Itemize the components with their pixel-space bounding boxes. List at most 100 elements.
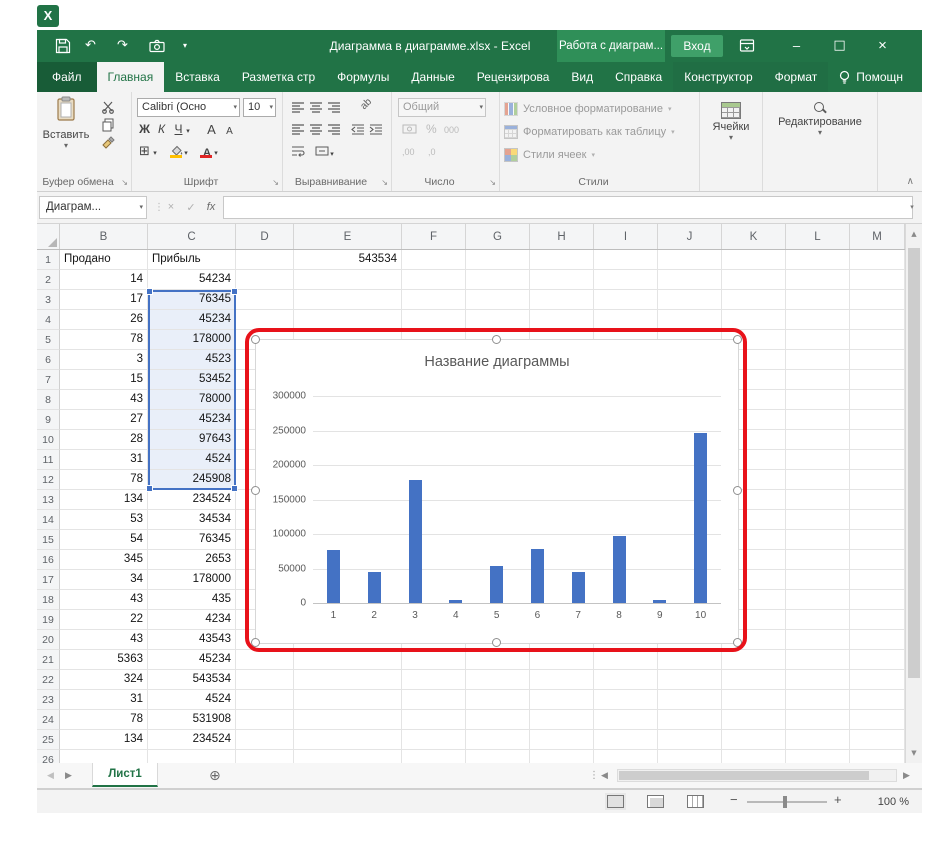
cell-B21[interactable]: 5363 bbox=[60, 650, 148, 670]
cell-B12[interactable]: 78 bbox=[60, 470, 148, 490]
cell-M17[interactable] bbox=[850, 570, 905, 590]
vertical-scrollbar[interactable]: ▲ ▼ bbox=[905, 224, 922, 763]
cell-H3[interactable] bbox=[530, 290, 594, 310]
accounting-format-button[interactable] bbox=[400, 122, 418, 138]
cell-J24[interactable] bbox=[658, 710, 722, 730]
row-header-22[interactable]: 22 bbox=[37, 670, 60, 690]
cell-C9[interactable]: 45234 bbox=[148, 410, 236, 430]
increase-indent-button[interactable] bbox=[367, 122, 385, 138]
row-header-21[interactable]: 21 bbox=[37, 650, 60, 670]
row-header-10[interactable]: 10 bbox=[37, 430, 60, 450]
cell-B9[interactable]: 27 bbox=[60, 410, 148, 430]
cell-B6[interactable]: 3 bbox=[60, 350, 148, 370]
chart-bar[interactable] bbox=[327, 550, 340, 603]
cell-L15[interactable] bbox=[786, 530, 850, 550]
cell-C8[interactable]: 78000 bbox=[148, 390, 236, 410]
cell-K21[interactable] bbox=[722, 650, 786, 670]
row-header-1[interactable]: 1 bbox=[37, 250, 60, 270]
number-format-combo[interactable]: Общий ▾ bbox=[398, 98, 486, 117]
align-center-button[interactable] bbox=[307, 122, 325, 138]
cell-B20[interactable]: 43 bbox=[60, 630, 148, 650]
shrink-font-button[interactable]: А bbox=[222, 123, 237, 140]
paste-button[interactable]: Вставить ▾ bbox=[40, 96, 92, 164]
align-left-button[interactable] bbox=[289, 122, 307, 138]
clipboard-dialog-launcher[interactable]: ↘ bbox=[121, 178, 128, 187]
cell-D22[interactable] bbox=[236, 670, 294, 690]
cell-L5[interactable] bbox=[786, 330, 850, 350]
cell-M3[interactable] bbox=[850, 290, 905, 310]
cell-C15[interactable]: 76345 bbox=[148, 530, 236, 550]
cell-B5[interactable]: 78 bbox=[60, 330, 148, 350]
cell-L4[interactable] bbox=[786, 310, 850, 330]
cell-C19[interactable]: 4234 bbox=[148, 610, 236, 630]
font-dialog-launcher[interactable]: ↘ bbox=[272, 178, 279, 187]
cell-M19[interactable] bbox=[850, 610, 905, 630]
decrease-indent-button[interactable] bbox=[349, 122, 367, 138]
cell-B15[interactable]: 54 bbox=[60, 530, 148, 550]
align-middle-button[interactable] bbox=[307, 100, 325, 116]
cell-C21[interactable]: 45234 bbox=[148, 650, 236, 670]
cell-C23[interactable]: 4524 bbox=[148, 690, 236, 710]
row-header-18[interactable]: 18 bbox=[37, 590, 60, 610]
copy-button[interactable] bbox=[99, 118, 117, 134]
cell-D26[interactable] bbox=[236, 750, 294, 763]
cell-H21[interactable] bbox=[530, 650, 594, 670]
chart-bar[interactable] bbox=[409, 480, 422, 603]
cell-H1[interactable] bbox=[530, 250, 594, 270]
cell-L11[interactable] bbox=[786, 450, 850, 470]
cell-F24[interactable] bbox=[402, 710, 466, 730]
row-header-2[interactable]: 2 bbox=[37, 270, 60, 290]
ribbon-tab-file[interactable]: Файл bbox=[37, 62, 97, 92]
cell-B13[interactable]: 134 bbox=[60, 490, 148, 510]
cell-L20[interactable] bbox=[786, 630, 850, 650]
cell-E1[interactable]: 543534 bbox=[294, 250, 402, 270]
cell-J1[interactable] bbox=[658, 250, 722, 270]
cell-C10[interactable]: 97643 bbox=[148, 430, 236, 450]
ribbon-tab-data[interactable]: Данные bbox=[400, 62, 465, 92]
close-button[interactable]: × bbox=[861, 30, 904, 62]
column-header-K[interactable]: K bbox=[722, 224, 786, 249]
page-layout-view-button[interactable] bbox=[647, 795, 664, 808]
formula-enter-button[interactable]: ✓ bbox=[181, 196, 201, 219]
cell-L22[interactable] bbox=[786, 670, 850, 690]
cell-K25[interactable] bbox=[722, 730, 786, 750]
cell-M8[interactable] bbox=[850, 390, 905, 410]
cell-K26[interactable] bbox=[722, 750, 786, 763]
column-header-D[interactable]: D bbox=[236, 224, 294, 249]
cell-D1[interactable] bbox=[236, 250, 294, 270]
cell-K22[interactable] bbox=[722, 670, 786, 690]
zoom-level[interactable]: 100 % bbox=[849, 790, 909, 814]
row-header-12[interactable]: 12 bbox=[37, 470, 60, 490]
save-icon[interactable] bbox=[55, 38, 71, 54]
cell-F23[interactable] bbox=[402, 690, 466, 710]
cell-J25[interactable] bbox=[658, 730, 722, 750]
cell-B7[interactable]: 15 bbox=[60, 370, 148, 390]
grow-font-button[interactable]: А bbox=[204, 121, 219, 138]
cell-L25[interactable] bbox=[786, 730, 850, 750]
cell-G3[interactable] bbox=[466, 290, 530, 310]
cell-C3[interactable]: 76345 bbox=[148, 290, 236, 310]
collapse-ribbon-icon[interactable]: ∧ bbox=[907, 176, 914, 187]
hscroll-left-icon[interactable]: ◀ bbox=[601, 763, 608, 789]
cell-L7[interactable] bbox=[786, 370, 850, 390]
cell-I21[interactable] bbox=[594, 650, 658, 670]
cell-D23[interactable] bbox=[236, 690, 294, 710]
chart-bar[interactable] bbox=[531, 549, 544, 603]
cell-M5[interactable] bbox=[850, 330, 905, 350]
chart-bar[interactable] bbox=[449, 600, 462, 603]
editing-button[interactable]: Редактирование ▾ bbox=[775, 96, 865, 164]
row-header-19[interactable]: 19 bbox=[37, 610, 60, 630]
merge-dropdown-icon[interactable]: ▾ bbox=[328, 146, 336, 163]
horizontal-scrollbar-thumb[interactable] bbox=[619, 771, 869, 780]
row-header-17[interactable]: 17 bbox=[37, 570, 60, 590]
cell-C20[interactable]: 43543 bbox=[148, 630, 236, 650]
cell-C2[interactable]: 54234 bbox=[148, 270, 236, 290]
cell-J21[interactable] bbox=[658, 650, 722, 670]
cell-I22[interactable] bbox=[594, 670, 658, 690]
cell-F2[interactable] bbox=[402, 270, 466, 290]
cell-B16[interactable]: 345 bbox=[60, 550, 148, 570]
cell-M13[interactable] bbox=[850, 490, 905, 510]
cell-F21[interactable] bbox=[402, 650, 466, 670]
cell-E25[interactable] bbox=[294, 730, 402, 750]
cell-B19[interactable]: 22 bbox=[60, 610, 148, 630]
